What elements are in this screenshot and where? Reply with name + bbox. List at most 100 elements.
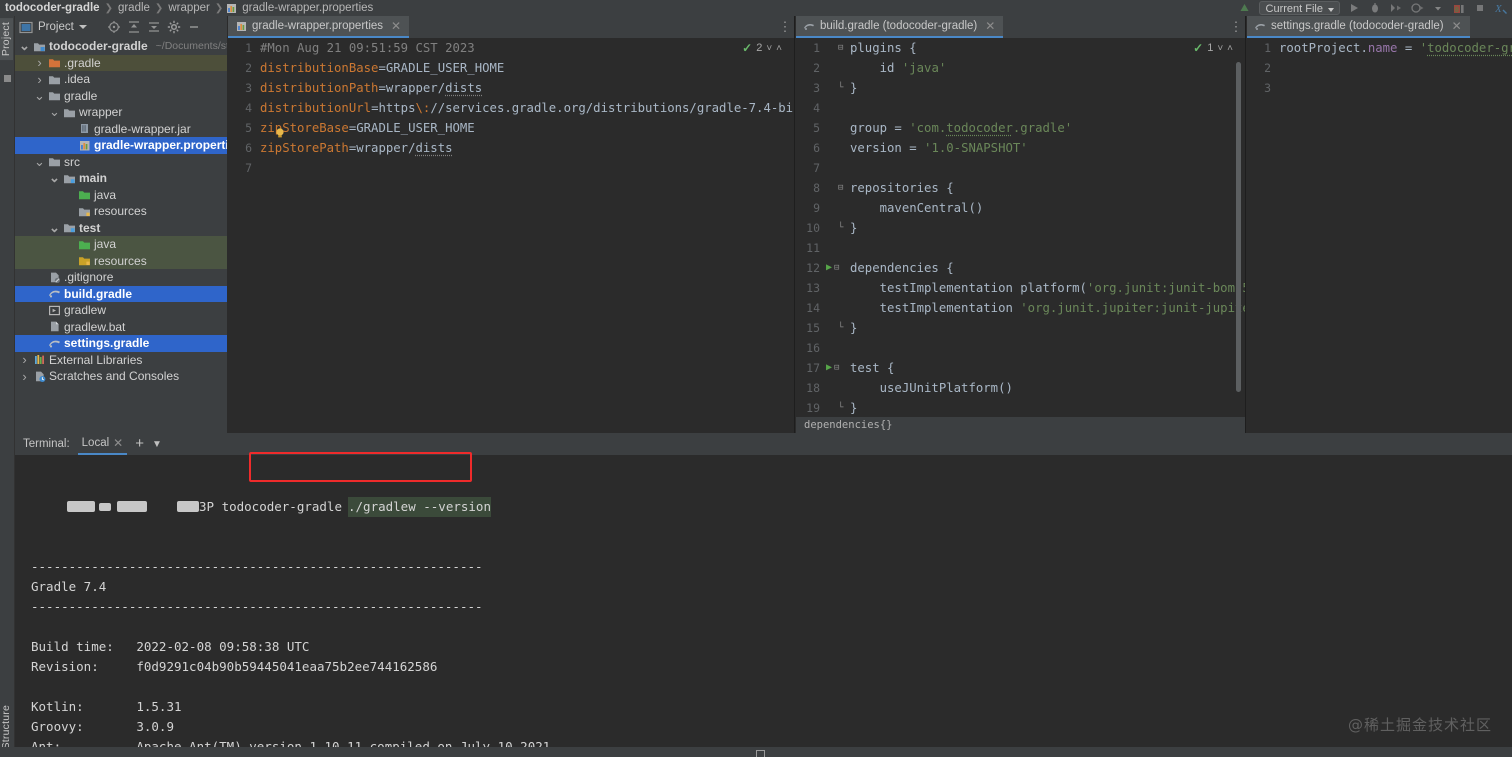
code-viewport-1[interactable]: ✓ 2 ˅˄ 1 #Mon Aug 21 09:51:59 CST 2023 2 di… [228, 38, 794, 433]
gutter-icons[interactable]: └ [826, 218, 848, 238]
tree-node-gradlew[interactable]: gradlew [15, 302, 227, 319]
fold-end-icon[interactable]: └ [838, 398, 847, 418]
stop-icon[interactable] [1473, 1, 1487, 15]
expand-all-icon[interactable] [126, 19, 142, 35]
editor-scrollbar[interactable] [1236, 62, 1241, 392]
tree-node-java[interactable]: java [15, 187, 227, 204]
fold-collapse-icon[interactable]: ⊟ [834, 358, 843, 378]
run-configuration-selector[interactable]: Current File [1258, 1, 1340, 15]
chevron-down-icon[interactable]: ⌄ [49, 105, 60, 118]
gutter-icons[interactable]: ⊟ [826, 38, 848, 58]
locate-icon[interactable] [106, 19, 122, 35]
chevron-down-icon[interactable]: ⌄ [49, 171, 60, 184]
chevron-down-icon[interactable]: ⌄ [49, 221, 60, 234]
tree-node--gitignore[interactable]: .gitignore [15, 269, 227, 286]
chevron-down-icon[interactable]: ⌄ [34, 155, 45, 168]
inspection-widget-2[interactable]: ✓ 1 ˅˄ [1193, 41, 1237, 55]
fold-end-icon[interactable]: └ [838, 78, 847, 98]
chevron-right-icon[interactable]: › [19, 352, 30, 367]
close-icon[interactable]: ✕ [113, 436, 123, 450]
fold-end-icon[interactable]: └ [838, 218, 847, 238]
tree-node-gradlew-bat[interactable]: gradlew.bat [15, 319, 227, 336]
gutter-icons[interactable]: ▶ ⊟ [826, 358, 848, 378]
chevron-down-icon[interactable]: ⌄ [34, 89, 45, 102]
inspection-widget-1[interactable]: ✓ 2 ˅˄ [742, 41, 786, 55]
close-icon[interactable]: ✕ [391, 19, 401, 33]
gutter-icons[interactable]: └ [826, 78, 848, 98]
tree-node--idea[interactable]: › .idea [15, 71, 227, 88]
tree-node-todocoder-gradle[interactable]: ⌄ todocoder-gradle ~/Documents/st [15, 38, 227, 55]
tree-node-main[interactable]: ⌄ main [15, 170, 227, 187]
tab-build-gradle[interactable]: build.gradle (todocoder-gradle) ✕ [796, 16, 1004, 38]
fold-collapse-icon[interactable]: ⊟ [838, 178, 847, 198]
chevron-down-icon[interactable] [1431, 1, 1445, 15]
tree-node-scratches-and-consoles[interactable]: › Scratches and Consoles [15, 368, 227, 385]
properties-icon [235, 20, 247, 32]
left-tool-strip: Project Structure [0, 16, 15, 757]
close-icon[interactable]: ✕ [985, 19, 995, 33]
tree-node--gradle[interactable]: › .gradle [15, 54, 227, 71]
chevron-down-icon[interactable] [78, 25, 87, 29]
chevron-right-icon[interactable]: › [19, 369, 30, 384]
tab-options-icon[interactable]: ⋮ [776, 16, 794, 38]
project-panel-title[interactable]: Project [38, 21, 74, 33]
terminal-tab-local[interactable]: Local ✕ [77, 433, 128, 455]
gutter-icons[interactable]: └ [826, 398, 848, 418]
tab-gradle-wrapper-properties[interactable]: gradle-wrapper.properties ✕ [228, 16, 410, 38]
chevron-down-icon[interactable]: ▼ [152, 439, 162, 450]
settings-icon[interactable] [166, 19, 182, 35]
terminal-output[interactable]: 3P todocoder-gradle % ./gradlew --versio… [15, 455, 1512, 747]
run-gutter-icon[interactable]: ▶ [826, 258, 832, 278]
breadcrumb-item-file[interactable]: gradle-wrapper.properties [240, 2, 375, 14]
tree-node-resources[interactable]: resources [15, 203, 227, 220]
chevron-down-icon[interactable]: ⌄ [19, 39, 30, 52]
tab-settings-gradle[interactable]: settings.gradle (todocoder-gradle) ✕ [1247, 16, 1470, 38]
new-terminal-session-icon[interactable]: + [135, 436, 144, 451]
code-token: 'java' [901, 61, 947, 75]
tree-node-wrapper[interactable]: ⌄ wrapper [15, 104, 227, 121]
profiler-icon[interactable] [1410, 1, 1424, 15]
line-number: 16 [806, 341, 820, 355]
tree-node-external-libraries[interactable]: › External Libraries [15, 352, 227, 369]
code-viewport-2[interactable]: ✓ 1 ˅˄ 1 ⊟ plugins {2 id 'java' 3 └} 4 5 group … [796, 38, 1245, 433]
run-icon[interactable] [1347, 1, 1361, 15]
chevron-right-icon[interactable]: › [34, 72, 45, 87]
debug-icon[interactable] [1368, 1, 1382, 15]
editor-breadcrumb-2: dependencies{} [796, 417, 1245, 433]
gutter-icons[interactable]: ▶ ⊟ [826, 258, 848, 278]
breadcrumb-item-project[interactable]: todocoder-gradle [3, 2, 102, 14]
tree-node-java[interactable]: java [15, 236, 227, 253]
hide-icon[interactable] [186, 19, 202, 35]
gutter-icons[interactable]: ⊟ [826, 178, 848, 198]
tree-node-test[interactable]: ⌄ test [15, 220, 227, 237]
tree-node-resources[interactable]: resources [15, 252, 227, 269]
gutter-icons[interactable]: └ [826, 318, 848, 338]
fold-collapse-icon[interactable]: ⊟ [838, 38, 847, 58]
tool-window-button-project[interactable]: Project [0, 18, 13, 61]
chevron-right-icon[interactable]: › [34, 55, 45, 70]
tree-node-gradle-wrapper-properties[interactable]: gradle-wrapper.properties [15, 137, 227, 154]
tab-options-icon[interactable]: ⋮ [1227, 16, 1245, 38]
intention-bulb-icon[interactable] [274, 126, 286, 138]
tree-node-build-gradle[interactable]: build.gradle [15, 285, 227, 302]
tree-node-settings-gradle[interactable]: settings.gradle [15, 335, 227, 352]
tree-node-src[interactable]: ⌄ src [15, 154, 227, 171]
tree-node-gradle[interactable]: ⌄ gradle [15, 88, 227, 105]
tool-window-button-structure[interactable]: Structure [0, 701, 13, 753]
run-gutter-icon[interactable]: ▶ [826, 358, 832, 378]
run-coverage-icon[interactable] [1389, 1, 1403, 15]
update-project-icon[interactable] [1238, 1, 1252, 15]
breadcrumb-item-wrapper[interactable]: wrapper [166, 2, 212, 14]
tree-node-gradle-wrapper-jar[interactable]: gradle-wrapper.jar [15, 121, 227, 138]
project-tree[interactable]: ⌄ todocoder-gradle ~/Documents/st › .gradle ›… [15, 38, 227, 433]
fold-collapse-icon[interactable]: ⊟ [834, 258, 843, 278]
code-viewport-3[interactable]: 1 rootProject.name = 'todocoder-gr 2 3 [1247, 38, 1512, 433]
breadcrumb-item-gradle[interactable]: gradle [116, 2, 152, 14]
inspection-prev-next-icons[interactable]: ˅˄ [1217, 43, 1237, 54]
close-icon[interactable]: ✕ [1452, 19, 1462, 33]
fold-end-icon[interactable]: └ [838, 318, 847, 338]
collapse-all-icon[interactable] [146, 19, 162, 35]
build-icon[interactable]: 0 [1452, 1, 1466, 15]
inspection-prev-next-icons[interactable]: ˅˄ [766, 43, 786, 54]
search-everywhere-icon[interactable]: X [1494, 1, 1508, 15]
